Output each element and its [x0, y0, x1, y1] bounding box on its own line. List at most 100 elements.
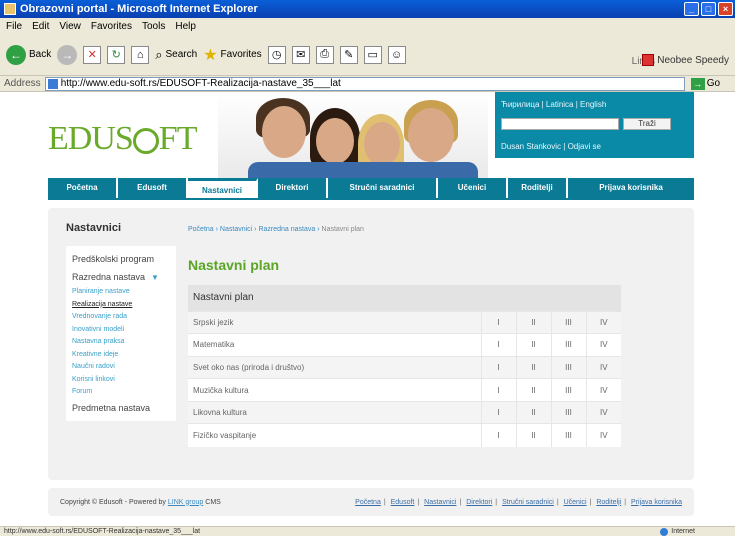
- site-search-button[interactable]: Traži: [623, 118, 671, 130]
- search-button[interactable]: ⌕ Search: [155, 47, 197, 63]
- grade-link[interactable]: II: [515, 310, 551, 334]
- lang-english-link[interactable]: English: [580, 100, 606, 109]
- home-icon[interactable]: ⌂: [131, 45, 150, 64]
- grade-link[interactable]: IV: [585, 378, 621, 402]
- sidebar-sub-forum[interactable]: Forum: [72, 386, 170, 399]
- grade-link[interactable]: III: [550, 355, 586, 379]
- menu-favorites[interactable]: Favorites: [91, 21, 132, 32]
- grade-link[interactable]: I: [480, 400, 516, 424]
- sidebar-sub-realizacija[interactable]: Realizacija nastave: [72, 299, 170, 312]
- footer-link[interactable]: Stručni saradnici: [502, 499, 554, 506]
- go-button[interactable]: → Go: [690, 77, 720, 90]
- nav-underline: [48, 198, 694, 200]
- sidebar-sub-inovativni[interactable]: Inovativni modeli: [72, 324, 170, 337]
- menu-view[interactable]: View: [59, 21, 81, 32]
- grade-link[interactable]: II: [515, 400, 551, 424]
- footer-link[interactable]: Početna: [355, 499, 381, 506]
- grade-link[interactable]: I: [480, 423, 516, 447]
- footer-link[interactable]: Edusoft: [391, 499, 415, 506]
- print-icon[interactable]: ⎙: [315, 45, 334, 64]
- menu-tools[interactable]: Tools: [142, 21, 165, 32]
- grade-link[interactable]: III: [550, 310, 586, 334]
- minimize-button[interactable]: _: [684, 2, 699, 16]
- sidebar-item-class-teaching[interactable]: Razredna nastava ▼: [72, 268, 170, 286]
- nav-nastavnici[interactable]: Nastavnici: [188, 178, 258, 198]
- forward-button[interactable]: →: [57, 44, 78, 65]
- link-group-link[interactable]: LINK group: [168, 499, 203, 506]
- grade-link[interactable]: IV: [585, 310, 621, 334]
- grade-link[interactable]: III: [550, 333, 586, 357]
- footer: Copyright © Edusoft - Powered by LINK gr…: [48, 488, 694, 516]
- grade-link[interactable]: I: [480, 355, 516, 379]
- nav-strucni-saradnici[interactable]: Stručni saradnici: [328, 178, 438, 198]
- grade-link[interactable]: II: [515, 423, 551, 447]
- sidebar-item-subject-teaching[interactable]: Predmetna nastava: [72, 399, 170, 417]
- table-header: Nastavni plan: [188, 285, 621, 311]
- grade-link[interactable]: III: [550, 378, 586, 402]
- nav-roditelji[interactable]: Roditelji: [508, 178, 568, 198]
- mail-icon[interactable]: ✉: [291, 45, 310, 64]
- footer-link[interactable]: Direktori: [466, 499, 492, 506]
- menu-edit[interactable]: Edit: [32, 21, 49, 32]
- grade-link[interactable]: IV: [585, 400, 621, 424]
- edusoft-logo[interactable]: EDUS FT: [48, 120, 197, 158]
- toolbar: ← Back → ✕ ↻ ⌂ ⌕ Search ★ Favorites ◷ ✉ …: [0, 34, 735, 76]
- header-photo-students: [218, 92, 488, 180]
- crumb-razredna[interactable]: Razredna nastava: [258, 226, 315, 233]
- grade-link[interactable]: IV: [585, 355, 621, 379]
- stop-icon[interactable]: ✕: [83, 45, 102, 64]
- footer-link[interactable]: Nastavnici: [424, 499, 456, 506]
- grade-link[interactable]: II: [515, 355, 551, 379]
- grade-link[interactable]: III: [550, 423, 586, 447]
- folder-icon[interactable]: ▭: [363, 45, 382, 64]
- site-search-input[interactable]: [501, 118, 619, 130]
- sidebar-sub-linkovi[interactable]: Korisni linkovi: [72, 374, 170, 387]
- sidebar-sub-vrednovanje[interactable]: Vrednovanje rada: [72, 311, 170, 324]
- refresh-icon[interactable]: ↻: [107, 45, 126, 64]
- crumb-pocetna[interactable]: Početna: [188, 226, 214, 233]
- history-icon[interactable]: ◷: [267, 45, 286, 64]
- back-button[interactable]: ← Back: [6, 44, 52, 65]
- nav-direktori[interactable]: Direktori: [258, 178, 328, 198]
- menu-file[interactable]: File: [6, 21, 22, 32]
- close-button[interactable]: ×: [718, 2, 733, 16]
- address-label: Address: [4, 78, 41, 89]
- address-input[interactable]: http://www.edu-soft.rs/EDUSOFT-Realizaci…: [44, 76, 685, 91]
- grade-link[interactable]: IV: [585, 423, 621, 447]
- nav-pocetna[interactable]: Početna: [48, 178, 118, 198]
- edit-icon[interactable]: ✎: [339, 45, 358, 64]
- lang-latin-link[interactable]: Latinica: [546, 100, 574, 109]
- grade-link[interactable]: I: [480, 310, 516, 334]
- grade-link[interactable]: III: [550, 400, 586, 424]
- grade-link[interactable]: IV: [585, 333, 621, 357]
- sidebar-item-preschool[interactable]: Predškolski program: [72, 250, 170, 268]
- footer-link[interactable]: Prijava korisnika: [631, 499, 682, 506]
- menu-help[interactable]: Help: [175, 21, 196, 32]
- crumb-nastavnici[interactable]: Nastavnici: [220, 226, 252, 233]
- grade-link[interactable]: I: [480, 378, 516, 402]
- footer-link[interactable]: Učenici: [564, 499, 587, 506]
- favorites-button[interactable]: ★ Favorites: [203, 45, 261, 65]
- sidebar-sub-kreativne[interactable]: Kreativne ideje: [72, 349, 170, 362]
- subject-cell: Matematika: [188, 333, 481, 357]
- username-link[interactable]: Dusan Stankovic: [501, 142, 561, 151]
- footer-link[interactable]: Roditelji: [596, 499, 621, 506]
- logout-link[interactable]: Odjavi se: [568, 142, 601, 151]
- sidebar-sub-planiranje[interactable]: Planiranje nastave: [72, 286, 170, 299]
- nav-ucenici[interactable]: Učenici: [438, 178, 508, 198]
- messenger-icon[interactable]: ☺: [387, 45, 406, 64]
- search-label: Search: [165, 49, 198, 60]
- grade-link[interactable]: II: [515, 333, 551, 357]
- back-label: Back: [29, 49, 52, 60]
- sidebar-title: Nastavnici: [66, 222, 122, 234]
- left-sidebar: Nastavnici Predškolski program Razredna …: [66, 222, 176, 421]
- neobee-button[interactable]: Neobee Speedy: [642, 54, 729, 66]
- lang-cyrillic-link[interactable]: Ћирилица: [501, 100, 539, 109]
- nav-edusoft[interactable]: Edusoft: [118, 178, 188, 198]
- sidebar-sub-praksa[interactable]: Nastavna praksa: [72, 336, 170, 349]
- nav-prijava-korisnika[interactable]: Prijava korisnika: [568, 178, 694, 198]
- sidebar-sub-naucni[interactable]: Naučni radovi: [72, 361, 170, 374]
- maximize-button[interactable]: □: [701, 2, 716, 16]
- grade-link[interactable]: II: [515, 378, 551, 402]
- grade-link[interactable]: I: [480, 333, 516, 357]
